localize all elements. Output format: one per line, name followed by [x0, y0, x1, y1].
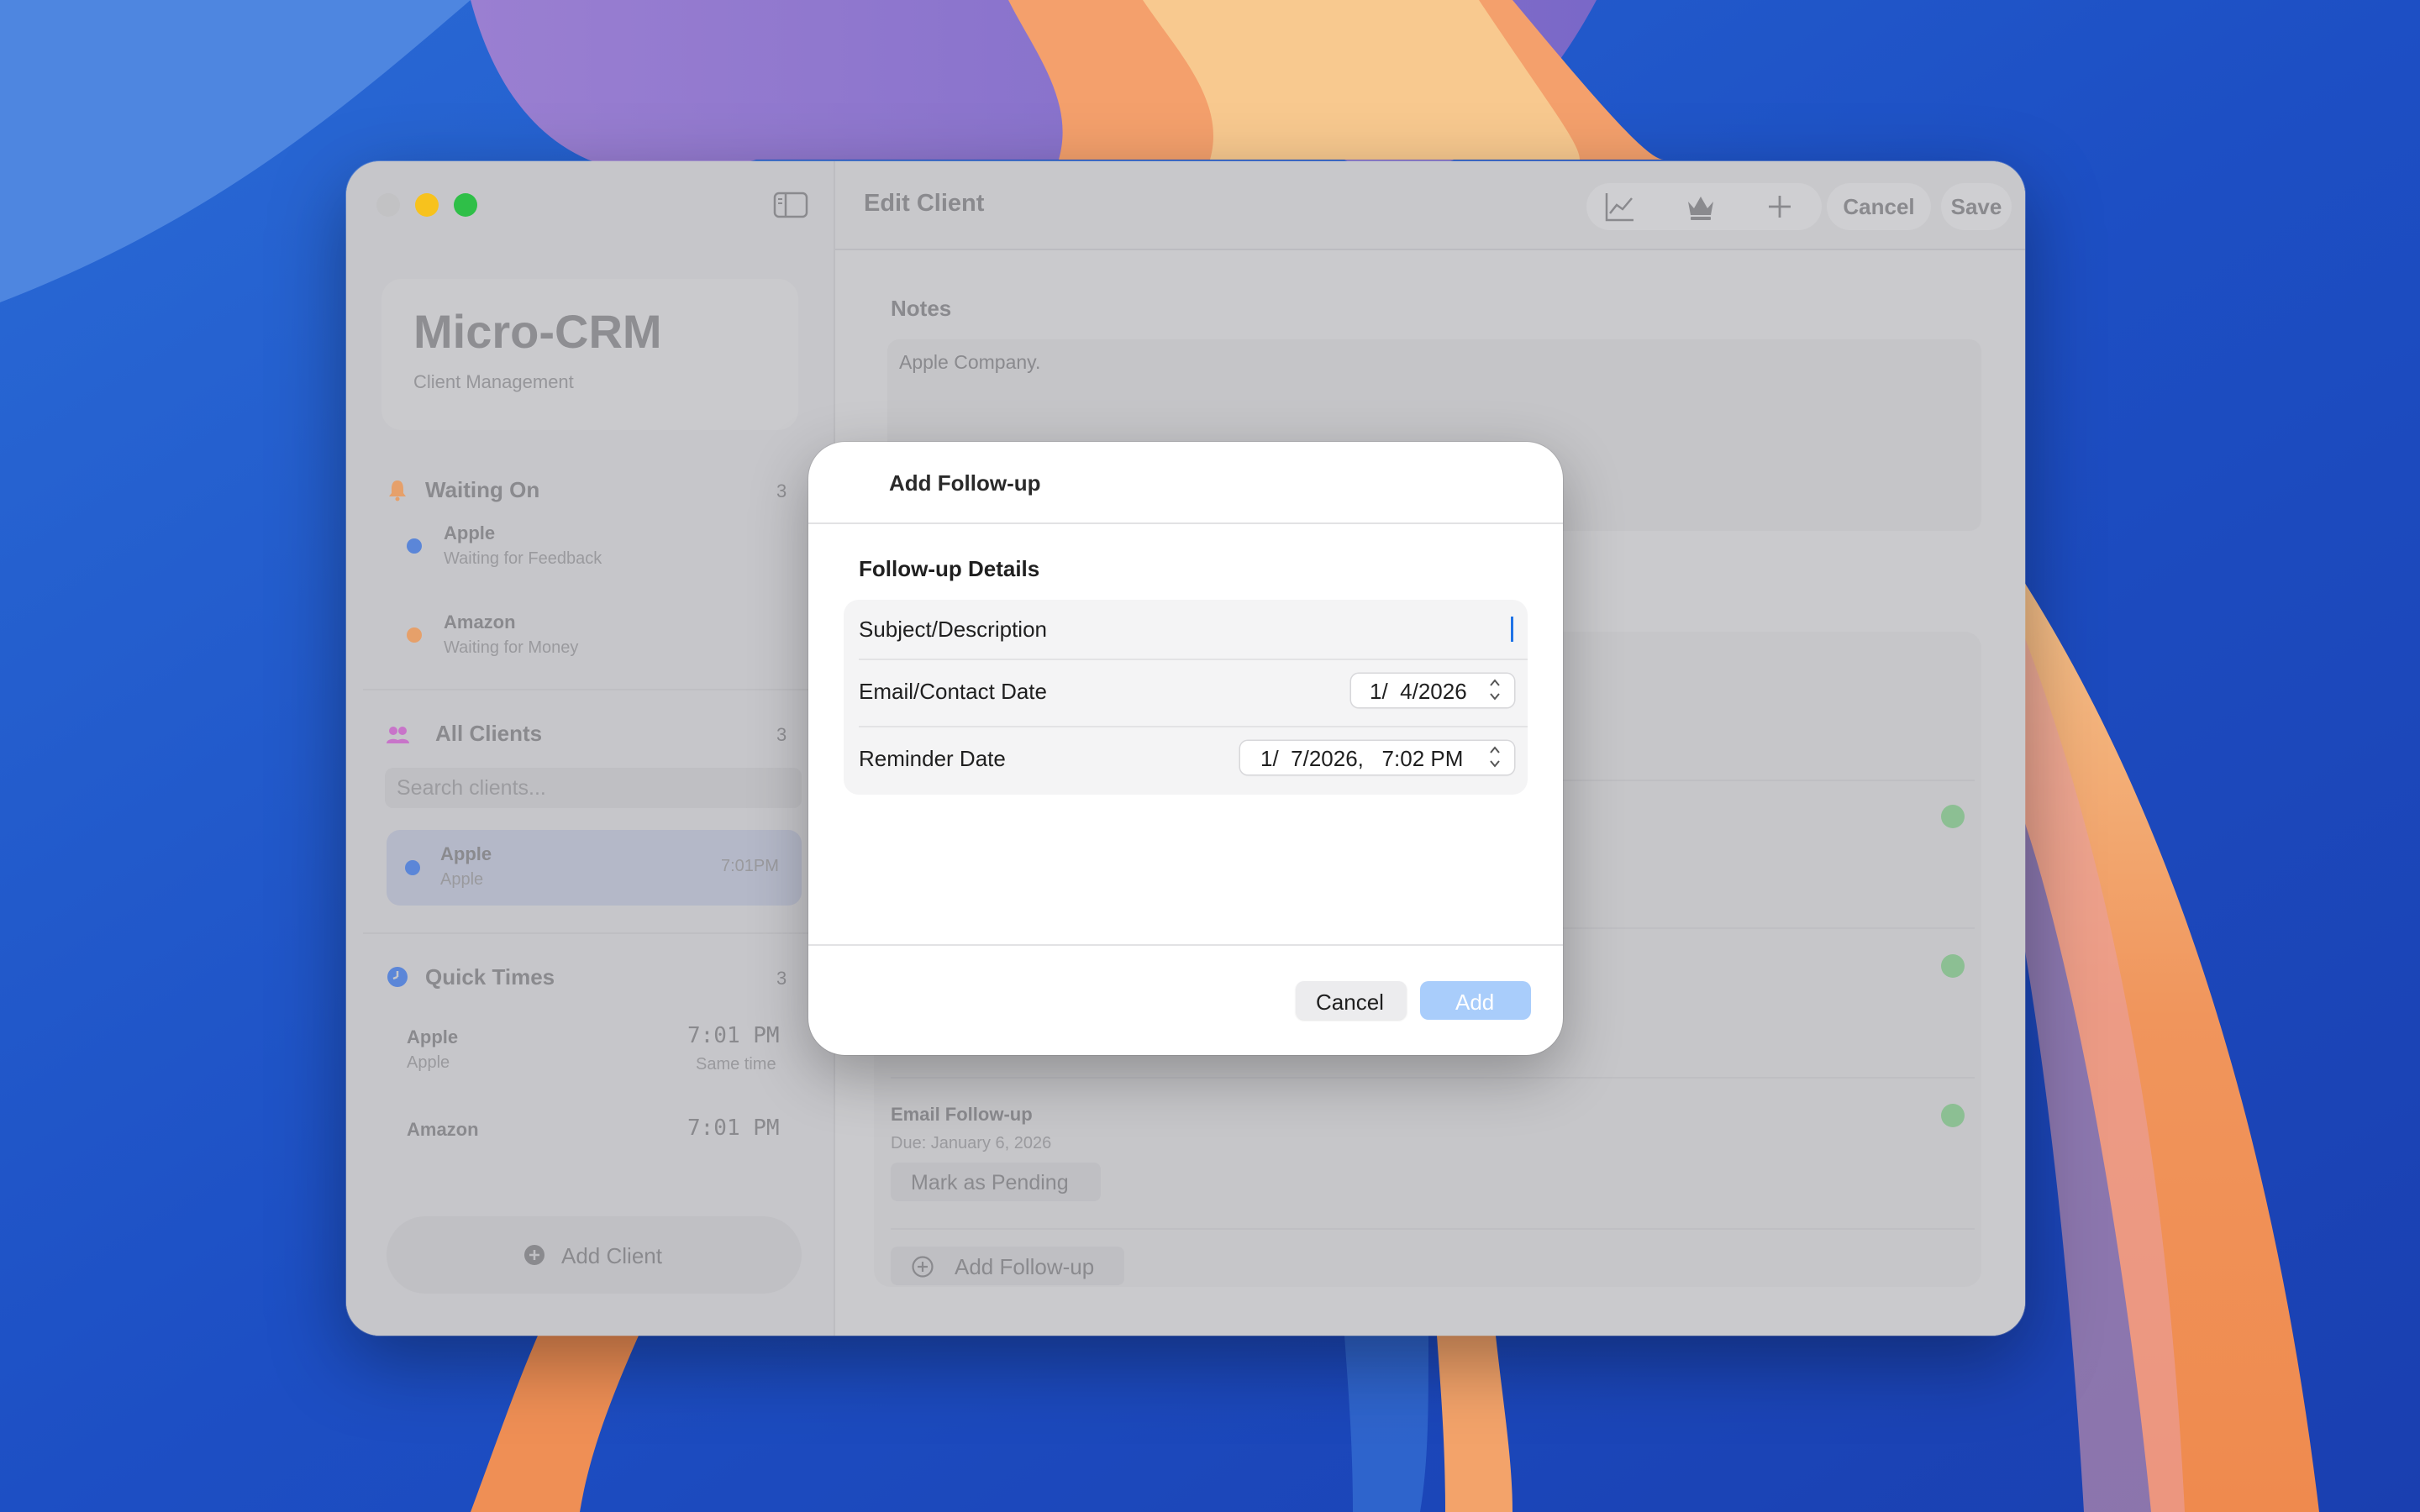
quick-times-count: 3: [776, 968, 787, 989]
add-followup-dialog: Add Follow-up Follow-up Details Subject/…: [808, 442, 1563, 1055]
clock-icon: [387, 967, 408, 987]
client-item-time: 7:01PM: [721, 857, 779, 875]
add-followup-label: Add Follow-up: [955, 1254, 1095, 1279]
plus-icon[interactable]: [1763, 190, 1797, 223]
quick-time-note: Same time: [696, 1055, 776, 1074]
status-dot: [407, 627, 422, 643]
quick-time-name[interactable]: Amazon: [407, 1119, 479, 1141]
dialog-add-label: Add: [1455, 990, 1495, 1015]
sidebar-toggle-icon[interactable]: [773, 192, 808, 218]
window-title: Edit Client: [864, 190, 985, 217]
reminder-date-label: Reminder Date: [859, 746, 1006, 771]
followup-title: Email Follow-up: [891, 1104, 1033, 1125]
window-close-button[interactable]: [376, 193, 400, 217]
dialog-cancel-label: Cancel: [1316, 990, 1384, 1015]
form-row-separator: [859, 726, 1528, 727]
followup-due-date: Due: January 6, 2026: [891, 1134, 1052, 1152]
mark-as-pending-label: Mark as Pending: [911, 1171, 1069, 1194]
quick-time-value: 7:01 PM: [687, 1023, 780, 1048]
contact-date-label: Email/Contact Date: [859, 679, 1047, 704]
contact-date-value: 1/ 4/2026: [1370, 679, 1467, 704]
waiting-item-status: Waiting for Feedback: [444, 549, 602, 568]
dialog-section-title: Follow-up Details: [859, 556, 1040, 581]
plus-circle-icon: [524, 1245, 544, 1265]
quick-time-value: 7:01 PM: [687, 1116, 780, 1141]
app-title: Micro-CRM: [413, 305, 662, 358]
quick-time-company: Apple: [407, 1053, 450, 1072]
all-clients-count: 3: [776, 724, 787, 745]
dialog-header-separator: [808, 522, 1563, 524]
followup-separator: [891, 1228, 1975, 1230]
plus-circle-icon: [912, 1256, 934, 1278]
app-subtitle: Client Management: [413, 371, 574, 392]
reminder-date-value: 1/ 7/2026, 7:02 PM: [1260, 746, 1464, 771]
waiting-on-count: 3: [776, 480, 787, 501]
chart-icon[interactable]: [1603, 190, 1637, 223]
dialog-footer-separator: [808, 944, 1563, 946]
section-title-all-clients: All Clients: [435, 721, 543, 746]
subject-input[interactable]: [1144, 608, 1514, 650]
window-maximize-button[interactable]: [454, 193, 477, 217]
notes-label: Notes: [891, 296, 952, 321]
add-client-label: Add Client: [561, 1243, 662, 1268]
cancel-button[interactable]: Cancel: [1827, 183, 1931, 230]
check-circle-icon: [1941, 805, 1965, 828]
section-title-waiting-on: Waiting On: [425, 477, 540, 502]
notes-text: Apple Company.: [899, 351, 1041, 373]
dialog-title: Add Follow-up: [889, 470, 1041, 496]
waiting-item-name[interactable]: Amazon: [444, 612, 516, 633]
client-item-name: Apple: [440, 843, 492, 864]
text-caret: [1511, 617, 1513, 642]
waiting-item-name[interactable]: Apple: [444, 522, 495, 544]
form-row-separator: [859, 659, 1528, 660]
crown-icon[interactable]: [1684, 190, 1718, 223]
waiting-item-status: Waiting for Money: [444, 638, 579, 657]
client-item-company: Apple: [440, 870, 484, 889]
bell-icon: [389, 480, 406, 501]
subject-label: Subject/Description: [859, 617, 1047, 642]
status-dot: [405, 860, 420, 875]
quick-time-name[interactable]: Apple: [407, 1026, 458, 1048]
status-dot: [407, 538, 422, 554]
followup-separator: [891, 1077, 1975, 1079]
sidebar-separator: [363, 932, 817, 934]
window-minimize-button[interactable]: [415, 193, 439, 217]
sidebar-separator: [363, 689, 817, 690]
check-circle-icon: [1941, 954, 1965, 978]
stepper-arrows-icon[interactable]: [1487, 675, 1502, 704]
search-placeholder: Search clients...: [397, 776, 546, 800]
people-icon: [387, 727, 409, 743]
check-circle-icon: [1941, 1104, 1965, 1127]
save-button[interactable]: Save: [1941, 183, 2012, 230]
stepper-arrows-icon[interactable]: [1487, 743, 1502, 771]
section-title-quick-times: Quick Times: [425, 964, 555, 990]
